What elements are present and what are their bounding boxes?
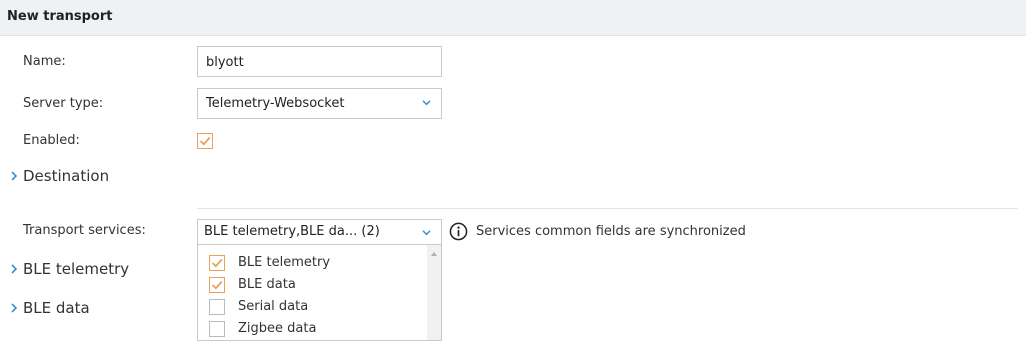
option-label: BLE data [238,277,296,292]
sync-info-text: Services common fields are synchronized [476,224,746,239]
section-ble-data-label: BLE data [23,299,90,317]
option-label: BLE telemetry [238,255,331,270]
list-item[interactable]: Serial data [198,296,426,318]
section-destination-label: Destination [23,167,110,185]
checkmark-icon [199,136,211,146]
option-checkbox[interactable] [209,255,225,271]
name-label: Name: [23,54,66,69]
chevron-right-icon [11,171,18,181]
transport-services-select[interactable]: BLE telemetry,BLE da... (2) [197,219,442,245]
transport-services-summary: BLE telemetry,BLE da... (2) [204,224,380,239]
divider [197,208,1018,209]
option-checkbox[interactable] [209,299,225,315]
chevron-right-icon [11,264,18,274]
transport-services-label: Transport services: [23,223,146,238]
chevron-down-icon [422,100,431,106]
name-input[interactable]: blyott [197,46,442,77]
server-type-value: Telemetry-Websocket [206,96,345,111]
option-checkbox[interactable] [209,321,225,337]
list-item[interactable]: BLE data [198,274,426,296]
sync-info: Services common fields are synchronized [449,222,746,241]
enabled-label: Enabled: [23,133,80,148]
option-label: Zigbee data [238,321,317,336]
chevron-right-icon [11,303,18,313]
server-type-select[interactable]: Telemetry-Websocket [197,88,442,119]
section-ble-telemetry[interactable]: BLE telemetry [9,260,129,278]
section-ble-telemetry-label: BLE telemetry [23,260,130,278]
checkmark-icon [211,258,223,268]
enabled-checkbox[interactable] [197,133,213,149]
scroll-up-icon[interactable] [430,251,438,257]
option-label: Serial data [238,299,309,314]
section-destination[interactable]: Destination [9,167,109,185]
info-icon [449,222,468,241]
chevron-down-icon [422,230,431,236]
option-checkbox[interactable] [209,277,225,293]
scrollbar[interactable] [427,245,441,340]
panel-header: New transport [0,0,1026,36]
panel-title: New transport [7,9,113,24]
section-ble-data[interactable]: BLE data [9,299,90,317]
checkmark-icon [211,280,223,290]
transport-services-dropdown: BLE telemetry BLE data Serial data Zigbe… [197,245,442,341]
list-item[interactable]: Zigbee data [198,318,426,340]
list-item[interactable]: BLE telemetry [198,252,426,274]
server-type-label: Server type: [23,96,104,111]
